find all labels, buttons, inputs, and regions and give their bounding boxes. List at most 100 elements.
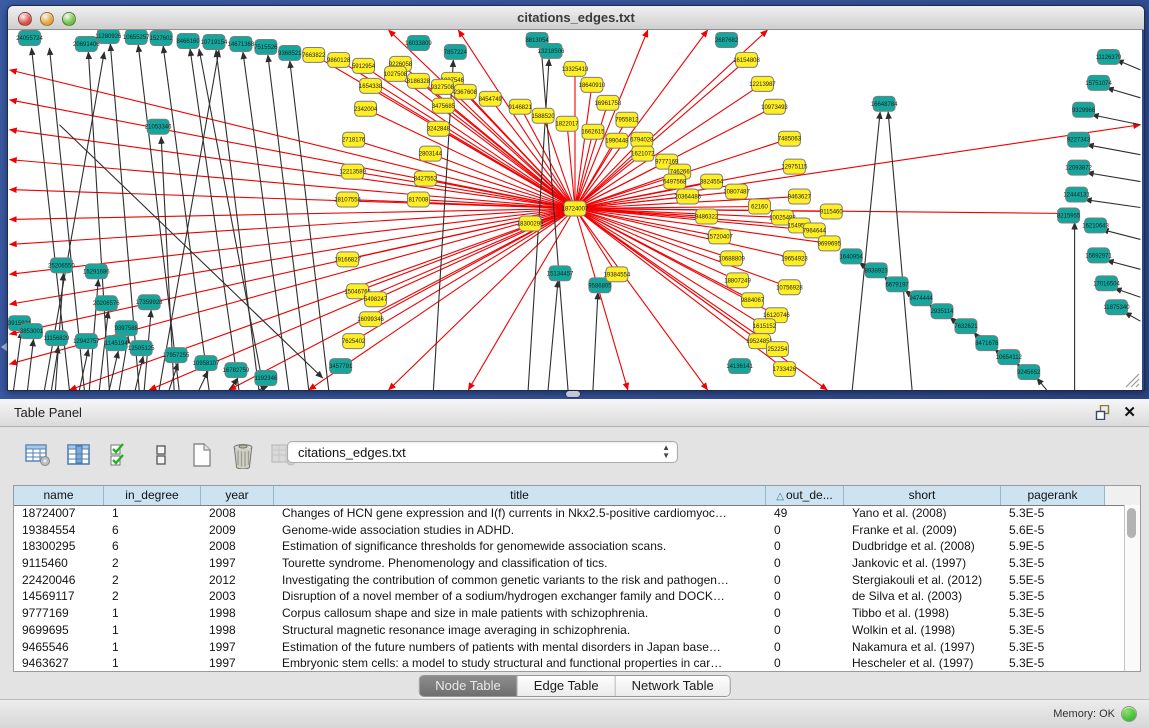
graph-node[interactable]: 7485063 <box>778 131 802 146</box>
tab-network-table[interactable]: Network Table <box>616 676 730 696</box>
graph-node[interactable]: 2718176 <box>342 132 366 147</box>
graph-node[interactable]: 2367608 <box>454 84 478 99</box>
graph-node[interactable]: 8215955 <box>1057 208 1081 223</box>
graph-node[interactable]: 3242848 <box>427 121 451 136</box>
graph-node[interactable]: 15291686 <box>83 264 110 279</box>
graph-node[interactable]: 3475685 <box>432 98 456 113</box>
column-header-in_degree[interactable]: in_degree <box>104 486 201 505</box>
graph-node[interactable]: 7632621 <box>954 319 978 334</box>
table-row[interactable]: 946554611997Estimation of the future num… <box>14 639 1125 656</box>
column-checks-icon[interactable] <box>106 440 134 470</box>
graph-node[interactable]: 9327508 <box>431 79 455 94</box>
graph-node[interactable]: 16099346 <box>357 312 384 327</box>
graph-node[interactable]: 16033809 <box>405 35 432 50</box>
graph-node[interactable]: 9486322 <box>695 209 719 224</box>
graph-node[interactable]: 6497568 <box>663 174 687 189</box>
graph-node[interactable]: 9329966 <box>1072 102 1096 117</box>
graph-node[interactable]: 12213589 <box>339 164 366 179</box>
close-panel-icon[interactable]: ✕ <box>1123 403 1136 421</box>
graph-node[interactable]: 18640910 <box>579 77 606 92</box>
graph-node[interactable]: 7955812 <box>615 112 639 127</box>
graph-node[interactable]: 8186328 <box>407 73 431 88</box>
table-row[interactable]: 911546021997Tourette syndrome. Phenomeno… <box>14 555 1125 572</box>
graph-node[interactable]: 20206576 <box>93 296 120 311</box>
graph-node[interactable]: 20364486 <box>674 189 701 204</box>
table-row[interactable]: 1938455462009Genome-wide association stu… <box>14 522 1125 539</box>
graph-node[interactable]: 9884067 <box>741 293 765 308</box>
graph-node[interactable]: 12505125 <box>128 341 155 356</box>
graph-hub-node[interactable]: 18724007 <box>562 201 589 216</box>
graph-node[interactable]: 13325419 <box>562 61 589 76</box>
graph-node[interactable]: 7515526 <box>254 39 278 54</box>
graph-node[interactable]: 8466160 <box>176 33 200 48</box>
split-pane-handle[interactable] <box>566 391 580 397</box>
column-header-name[interactable]: name <box>14 486 104 505</box>
graph-node[interactable]: 8427552 <box>414 171 438 186</box>
graph-node[interactable]: 5498247 <box>364 292 388 307</box>
graph-node[interactable]: 11126379 <box>1096 49 1122 64</box>
graph-node[interactable]: 9115460 <box>820 204 843 219</box>
column-select-icon[interactable] <box>65 440 93 470</box>
graph-node[interactable]: 12942757 <box>73 334 100 349</box>
graph-node[interactable]: 1588520 <box>531 108 555 123</box>
graph-node[interactable]: 6794028 <box>630 132 654 147</box>
graph-node[interactable]: 3457791 <box>329 359 353 374</box>
graph-node[interactable]: 10756928 <box>776 280 803 295</box>
graph-node[interactable]: 12093872 <box>1065 160 1092 175</box>
graph-node[interactable]: 7857224 <box>444 44 468 59</box>
graph-node[interactable]: 16648784 <box>871 96 898 111</box>
graph-node[interactable]: 3824554 <box>700 174 724 189</box>
scrollbar-thumb[interactable] <box>1127 508 1136 538</box>
graph-node[interactable]: 5912954 <box>352 58 376 73</box>
graph-node[interactable]: 9474444 <box>909 291 933 306</box>
network-view-canvas[interactable]: 2405572420691406112809261065525715276028… <box>8 30 1142 390</box>
graph-node[interactable]: 8938923 <box>865 263 889 278</box>
graph-node[interactable]: 18807249 <box>724 273 751 288</box>
table-row[interactable]: 1830029562008Estimation of significance … <box>14 538 1125 555</box>
graph-node[interactable]: 2342004 <box>354 101 378 116</box>
graph-node[interactable]: 1027508 <box>384 66 408 81</box>
graph-node[interactable]: 11156829 <box>44 331 70 346</box>
graph-node[interactable]: 19654923 <box>781 251 808 266</box>
graph-node[interactable]: 17359928 <box>136 295 163 310</box>
graph-node[interactable]: 2803144 <box>419 146 443 161</box>
column-header-pagerank[interactable]: pagerank <box>1001 486 1105 505</box>
graph-node[interactable]: 11875340 <box>1103 300 1130 315</box>
graph-node[interactable]: 9227343 <box>1067 132 1091 147</box>
table-row[interactable]: 969969511998Structural magnetic resonanc… <box>14 622 1125 639</box>
graph-node[interactable]: 817008 <box>407 192 429 207</box>
graph-node[interactable]: 1654338 <box>359 78 383 93</box>
graph-node[interactable]: 9245652 <box>1017 365 1041 380</box>
graph-node[interactable]: 15720407 <box>706 229 733 244</box>
graph-node[interactable]: 10688809 <box>718 251 745 266</box>
graph-node[interactable]: 8471676 <box>975 336 999 351</box>
graph-node[interactable]: 9146821 <box>509 99 533 114</box>
graph-node[interactable]: 62160 <box>749 199 771 214</box>
graph-node[interactable]: 18300295 <box>517 216 544 231</box>
graph-node[interactable]: 1145194 <box>105 336 128 351</box>
graph-node[interactable]: 6679197 <box>885 277 909 292</box>
graph-node[interactable]: 2687682 <box>715 32 739 47</box>
graph-node[interactable]: 13218506 <box>538 43 565 58</box>
graph-node[interactable]: 12444131 <box>1063 187 1090 202</box>
table-row[interactable]: 1456911722003Disruption of a novel membe… <box>14 588 1125 605</box>
tab-node-table[interactable]: Node Table <box>419 676 518 696</box>
row-select-icon[interactable] <box>147 440 175 470</box>
graph-node[interactable]: 25206550 <box>48 258 75 273</box>
table-settings-icon[interactable] <box>24 440 52 470</box>
graph-node[interactable]: 7663822 <box>302 47 326 62</box>
graph-node[interactable]: 9397588 <box>115 321 139 336</box>
graph-node[interactable]: 10973493 <box>761 99 788 114</box>
graph-node[interactable]: 10807487 <box>723 184 750 199</box>
graph-node[interactable]: 2935114 <box>931 304 954 319</box>
delete-trash-icon[interactable] <box>229 440 257 470</box>
graph-node[interactable]: 7625402 <box>342 334 366 349</box>
graph-node[interactable]: 19384554 <box>604 267 631 282</box>
graph-node[interactable]: 10654112 <box>996 350 1023 365</box>
graph-node[interactable]: 16210643 <box>1082 218 1109 233</box>
graph-node[interactable]: 1990448 <box>605 133 629 148</box>
graph-node[interactable]: 17957255 <box>163 348 190 363</box>
graph-node[interactable]: 3853001 <box>20 324 44 339</box>
table-row[interactable]: 1872400712008Changes of HCN gene express… <box>14 505 1125 522</box>
graph-node[interactable]: 9699695 <box>818 236 842 251</box>
